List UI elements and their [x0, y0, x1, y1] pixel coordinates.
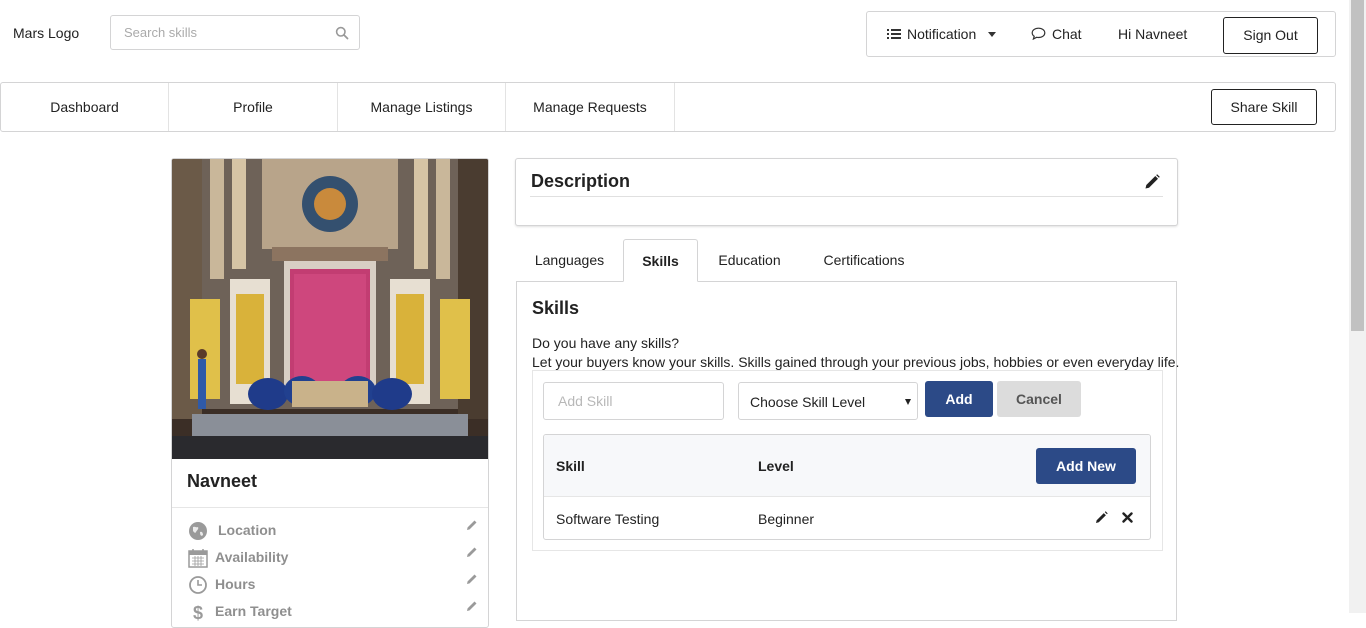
skill-level-select[interactable]: Choose Skill Level [738, 382, 918, 420]
scrollbar-thumb[interactable] [1351, 0, 1364, 331]
add-new-button[interactable]: Add New [1036, 448, 1136, 484]
edit-hours-pencil-icon[interactable] [466, 573, 478, 585]
share-skill-button[interactable]: Share Skill [1211, 89, 1317, 125]
tab-skills[interactable]: Skills [623, 239, 698, 282]
site-logo[interactable]: Mars Logo [13, 25, 79, 41]
edit-earn-target-pencil-icon[interactable] [466, 600, 478, 612]
nav-manage-listings[interactable]: Manage Listings [338, 83, 506, 131]
chat-bubble-icon [1031, 27, 1046, 41]
chat-link[interactable]: Chat [1031, 12, 1082, 56]
profile-field-location: Location [188, 519, 478, 541]
location-label: Location [218, 522, 277, 538]
profile-card: Navneet Location Availability Hours $ Ea… [171, 158, 489, 628]
profile-photo [172, 159, 488, 459]
table-cell-level: Beginner [758, 511, 815, 527]
table-header: Skill Level Add New [544, 435, 1150, 497]
table-cell-skill: Software Testing [556, 511, 660, 527]
nav-manage-requests[interactable]: Manage Requests [506, 83, 675, 131]
caret-down-icon [988, 31, 997, 37]
profile-field-earn-target: $ Earn Target [188, 600, 478, 622]
skills-table: Skill Level Add New Software Testing Beg… [543, 434, 1151, 540]
skills-prompt: Let your buyers know your skills. Skills… [532, 354, 1180, 370]
profile-field-availability: Availability [188, 546, 478, 568]
column-header-level: Level [758, 458, 794, 474]
globe-icon [189, 522, 207, 540]
hours-label: Hours [215, 576, 256, 592]
chat-label: Chat [1052, 26, 1082, 42]
nav-dashboard[interactable]: Dashboard [1, 83, 169, 131]
availability-label: Availability [215, 549, 289, 565]
cancel-button[interactable]: Cancel [997, 381, 1081, 417]
sign-out-button[interactable]: Sign Out [1223, 17, 1318, 54]
nav-profile[interactable]: Profile [169, 83, 338, 131]
tab-education[interactable]: Education [704, 239, 795, 282]
skills-title: Skills [532, 298, 580, 318]
add-skill-form: Choose Skill Level Add Cancel Skill Leve… [532, 370, 1163, 551]
edit-availability-pencil-icon[interactable] [466, 546, 478, 558]
add-skill-input[interactable] [543, 382, 724, 420]
notification-dropdown[interactable]: Notification [887, 12, 997, 56]
search-input[interactable] [111, 16, 331, 49]
search-box [110, 15, 360, 50]
description-card: Description [515, 158, 1178, 226]
main-nav: Dashboard Profile Manage Listings Manage… [0, 82, 1336, 132]
notification-label: Notification [907, 26, 977, 42]
select-arrow-icon [905, 399, 911, 405]
top-menu: Notification Chat Hi Navneet Sign Out [866, 11, 1336, 57]
divider [530, 196, 1163, 197]
skills-panel: Skills Do you have any skills? Let your … [516, 281, 1180, 621]
profile-field-hours: Hours [188, 573, 478, 595]
calendar-icon [188, 549, 208, 568]
dollar-icon: $ [193, 603, 203, 622]
earn-target-label: Earn Target [215, 603, 292, 619]
description-title: Description [531, 171, 631, 191]
clock-icon [189, 576, 207, 594]
search-icon[interactable] [335, 26, 349, 40]
column-header-skill: Skill [556, 458, 585, 474]
user-greeting[interactable]: Hi Navneet [1118, 12, 1187, 56]
edit-skill-pencil-icon[interactable] [1095, 511, 1108, 524]
list-icon [887, 28, 901, 39]
add-button[interactable]: Add [925, 381, 993, 417]
delete-skill-close-icon[interactable] [1122, 512, 1133, 523]
skills-question: Do you have any skills? [532, 335, 680, 351]
tab-languages[interactable]: Languages [522, 239, 617, 282]
profile-name: Navneet [187, 471, 258, 491]
edit-location-pencil-icon[interactable] [466, 519, 478, 531]
tab-certifications[interactable]: Certifications [805, 239, 923, 282]
skill-level-selected: Choose Skill Level [750, 394, 866, 410]
divider [172, 507, 488, 508]
edit-description-pencil-icon[interactable] [1144, 174, 1160, 190]
page-scrollbar[interactable] [1349, 0, 1366, 613]
